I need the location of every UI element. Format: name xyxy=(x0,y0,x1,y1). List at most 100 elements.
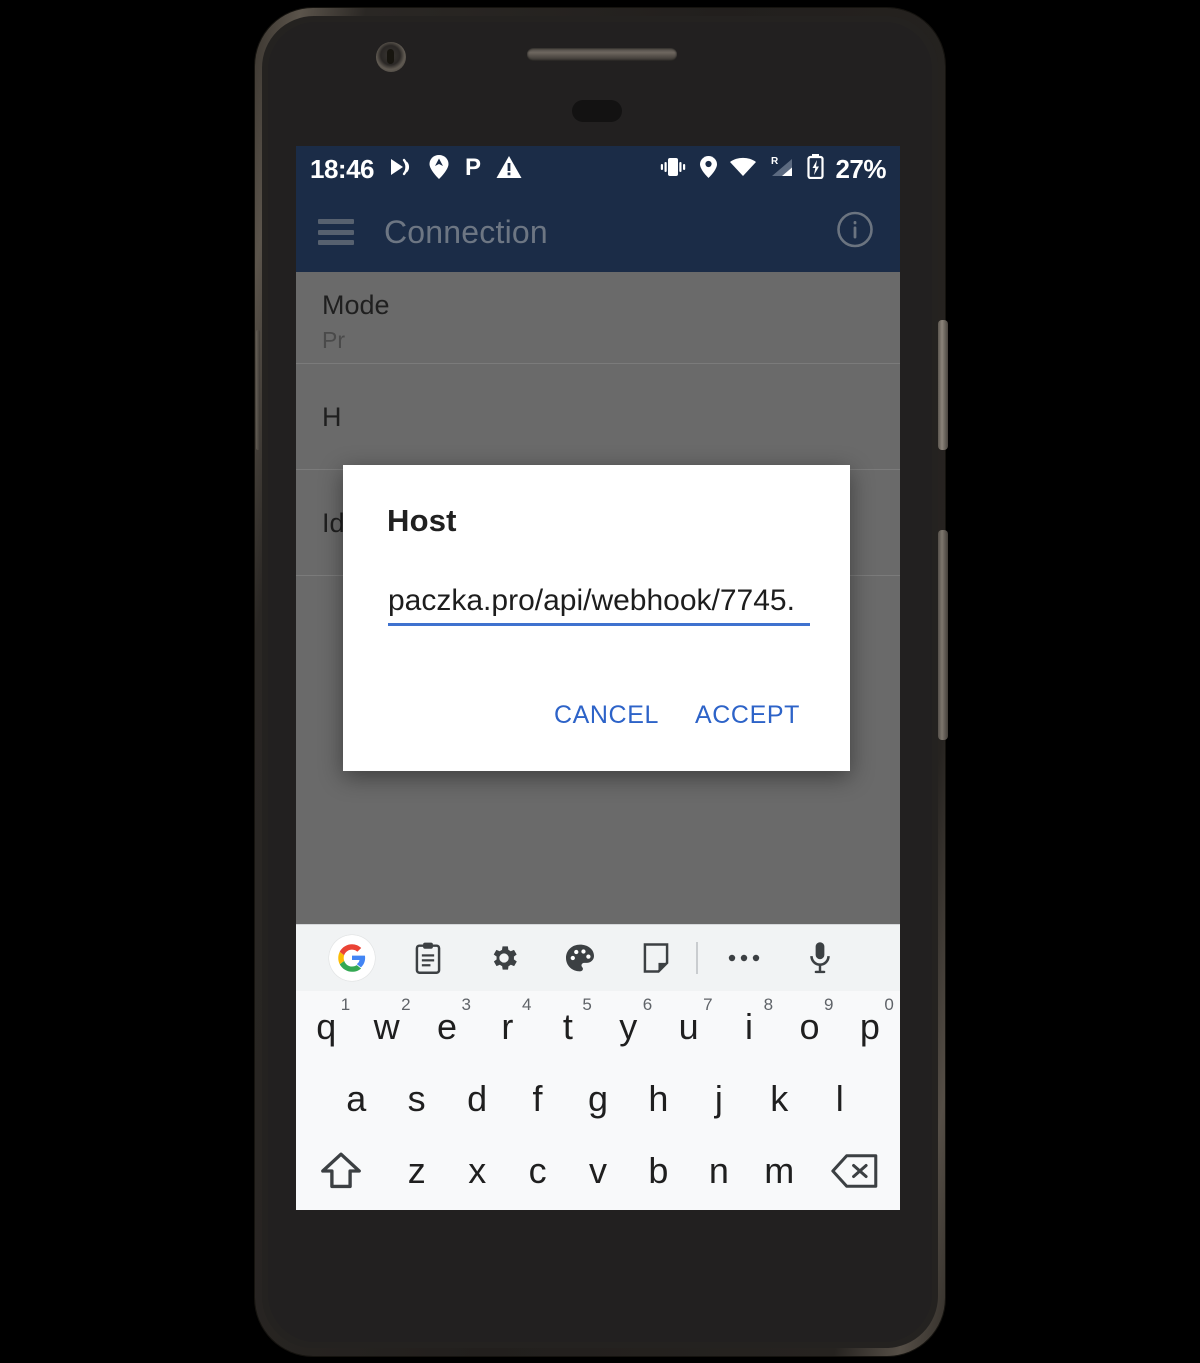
app-bar: Connection xyxy=(296,192,900,272)
list-item[interactable]: Mode Pr xyxy=(296,272,900,364)
key-y[interactable]: 6y xyxy=(598,991,658,1063)
phone-screen: 18:46 P R 27% Connection Mode Pr H Id Ho… xyxy=(296,146,900,1210)
key-hint: 1 xyxy=(340,995,351,1014)
key-hint: 4 xyxy=(521,995,532,1014)
status-bar-left: 18:46 P xyxy=(310,154,522,185)
key-z[interactable]: z xyxy=(387,1135,447,1207)
keyboard-row-2: a s d f g h j k l xyxy=(296,1063,900,1135)
battery-percent-label: 27% xyxy=(835,153,886,184)
host-input[interactable] xyxy=(388,584,810,626)
svg-text:R: R xyxy=(771,156,779,167)
key-i[interactable]: 8i xyxy=(719,991,779,1063)
key-v[interactable]: v xyxy=(568,1135,628,1207)
front-camera-icon xyxy=(376,42,406,72)
key-k[interactable]: k xyxy=(749,1063,809,1135)
key-t[interactable]: 5t xyxy=(538,991,598,1063)
key-h[interactable]: h xyxy=(628,1063,688,1135)
keyboard-row-3: z x c v b n m xyxy=(296,1135,900,1207)
key-g[interactable]: g xyxy=(568,1063,628,1135)
period-key[interactable]: . xyxy=(757,1209,802,1210)
keyboard-toolbar xyxy=(296,925,900,991)
earpiece-speaker xyxy=(527,48,677,61)
key-label: p xyxy=(859,1006,880,1047)
accept-button[interactable]: ACCEPT xyxy=(683,693,812,738)
key-hint: 5 xyxy=(582,995,592,1014)
key-d[interactable]: d xyxy=(447,1063,507,1135)
clipboard-icon[interactable] xyxy=(390,942,466,974)
key-label: e xyxy=(437,1006,458,1047)
dialog-actions: CANCEL ACCEPT xyxy=(542,693,812,738)
key-hint: 7 xyxy=(703,995,713,1014)
key-a[interactable]: a xyxy=(326,1063,386,1135)
toolbar-divider xyxy=(696,942,698,974)
key-e[interactable]: 3e xyxy=(417,991,477,1063)
key-l[interactable]: l xyxy=(810,1063,870,1135)
location-arrow-pin-icon xyxy=(428,154,450,185)
virtual-keyboard: 1q 2w 3e 4r 5t 6y 7u 8i 9o 0p a s d f g … xyxy=(296,924,900,1210)
page-title: Connection xyxy=(384,213,548,250)
key-c[interactable]: c xyxy=(507,1135,567,1207)
slash-key[interactable]: / xyxy=(395,1209,451,1210)
roaming-signal-icon: R xyxy=(768,155,796,184)
keyboard-row-4: ?123 / EN • PL . xyxy=(296,1207,900,1210)
dialog-title: Host xyxy=(387,503,457,538)
keyboard-row-1: 1q 2w 3e 4r 5t 6y 7u 8i 9o 0p xyxy=(296,991,900,1063)
key-label: r xyxy=(501,1006,514,1047)
list-item-title: Mode xyxy=(322,290,390,320)
hamburger-menu-icon[interactable] xyxy=(318,219,354,245)
key-label: o xyxy=(799,1006,820,1047)
microphone-icon[interactable] xyxy=(782,941,858,975)
status-bar-right: R 27% xyxy=(658,146,886,192)
key-label: u xyxy=(678,1006,699,1047)
key-m[interactable]: m xyxy=(749,1135,809,1207)
palette-icon[interactable] xyxy=(542,943,618,973)
host-dialog: Host CANCEL ACCEPT xyxy=(343,465,850,771)
key-hint: 8 xyxy=(763,995,774,1014)
more-dots-icon[interactable] xyxy=(706,952,782,964)
key-hint: 6 xyxy=(642,995,653,1014)
key-label: w xyxy=(373,1006,400,1047)
power-button[interactable] xyxy=(938,320,948,450)
svg-text:P: P xyxy=(465,154,481,180)
settings-list: Mode Pr H Id Host CANCEL ACCEPT xyxy=(296,272,900,924)
shift-arrow-icon[interactable] xyxy=(296,1135,387,1207)
wifi-icon xyxy=(729,156,757,183)
cancel-button[interactable]: CANCEL xyxy=(542,693,671,738)
info-circle-icon[interactable] xyxy=(834,209,876,256)
key-label: t xyxy=(562,1006,573,1047)
warning-triangle-icon xyxy=(496,155,522,184)
key-hint: 2 xyxy=(401,995,411,1014)
globe-language-icon[interactable] xyxy=(451,1209,507,1210)
key-r[interactable]: 4r xyxy=(477,991,537,1063)
key-hint: 3 xyxy=(461,995,472,1014)
key-q[interactable]: 1q xyxy=(296,991,356,1063)
vibrate-icon xyxy=(658,156,688,183)
key-n[interactable]: n xyxy=(689,1135,749,1207)
key-s[interactable]: s xyxy=(386,1063,446,1135)
key-label: i xyxy=(745,1006,754,1047)
sticker-icon[interactable] xyxy=(618,942,694,974)
key-x[interactable]: x xyxy=(447,1135,507,1207)
status-clock: 18:46 xyxy=(310,153,375,184)
key-u[interactable]: 7u xyxy=(658,991,718,1063)
status-bar: 18:46 P R 27% xyxy=(296,146,900,192)
key-o[interactable]: 9o xyxy=(779,991,839,1063)
parking-p-icon: P xyxy=(463,154,483,185)
key-p[interactable]: 0p xyxy=(840,991,900,1063)
key-j[interactable]: j xyxy=(689,1063,749,1135)
google-logo-icon[interactable] xyxy=(314,935,390,981)
key-hint: 9 xyxy=(823,995,834,1014)
volume-rocker-button[interactable] xyxy=(938,530,948,740)
key-hint: 0 xyxy=(884,995,894,1014)
key-b[interactable]: b xyxy=(628,1135,688,1207)
list-item[interactable]: H xyxy=(296,364,900,470)
key-w[interactable]: 2w xyxy=(356,991,416,1063)
symbols-key[interactable]: ?123 xyxy=(310,1209,395,1210)
host-input-wrapper xyxy=(388,584,810,626)
battery-charging-icon xyxy=(807,154,825,184)
list-item-title: H xyxy=(322,402,342,432)
key-label: q xyxy=(316,1006,337,1047)
backspace-icon[interactable] xyxy=(809,1135,900,1207)
gear-icon[interactable] xyxy=(466,942,542,974)
key-f[interactable]: f xyxy=(507,1063,567,1135)
